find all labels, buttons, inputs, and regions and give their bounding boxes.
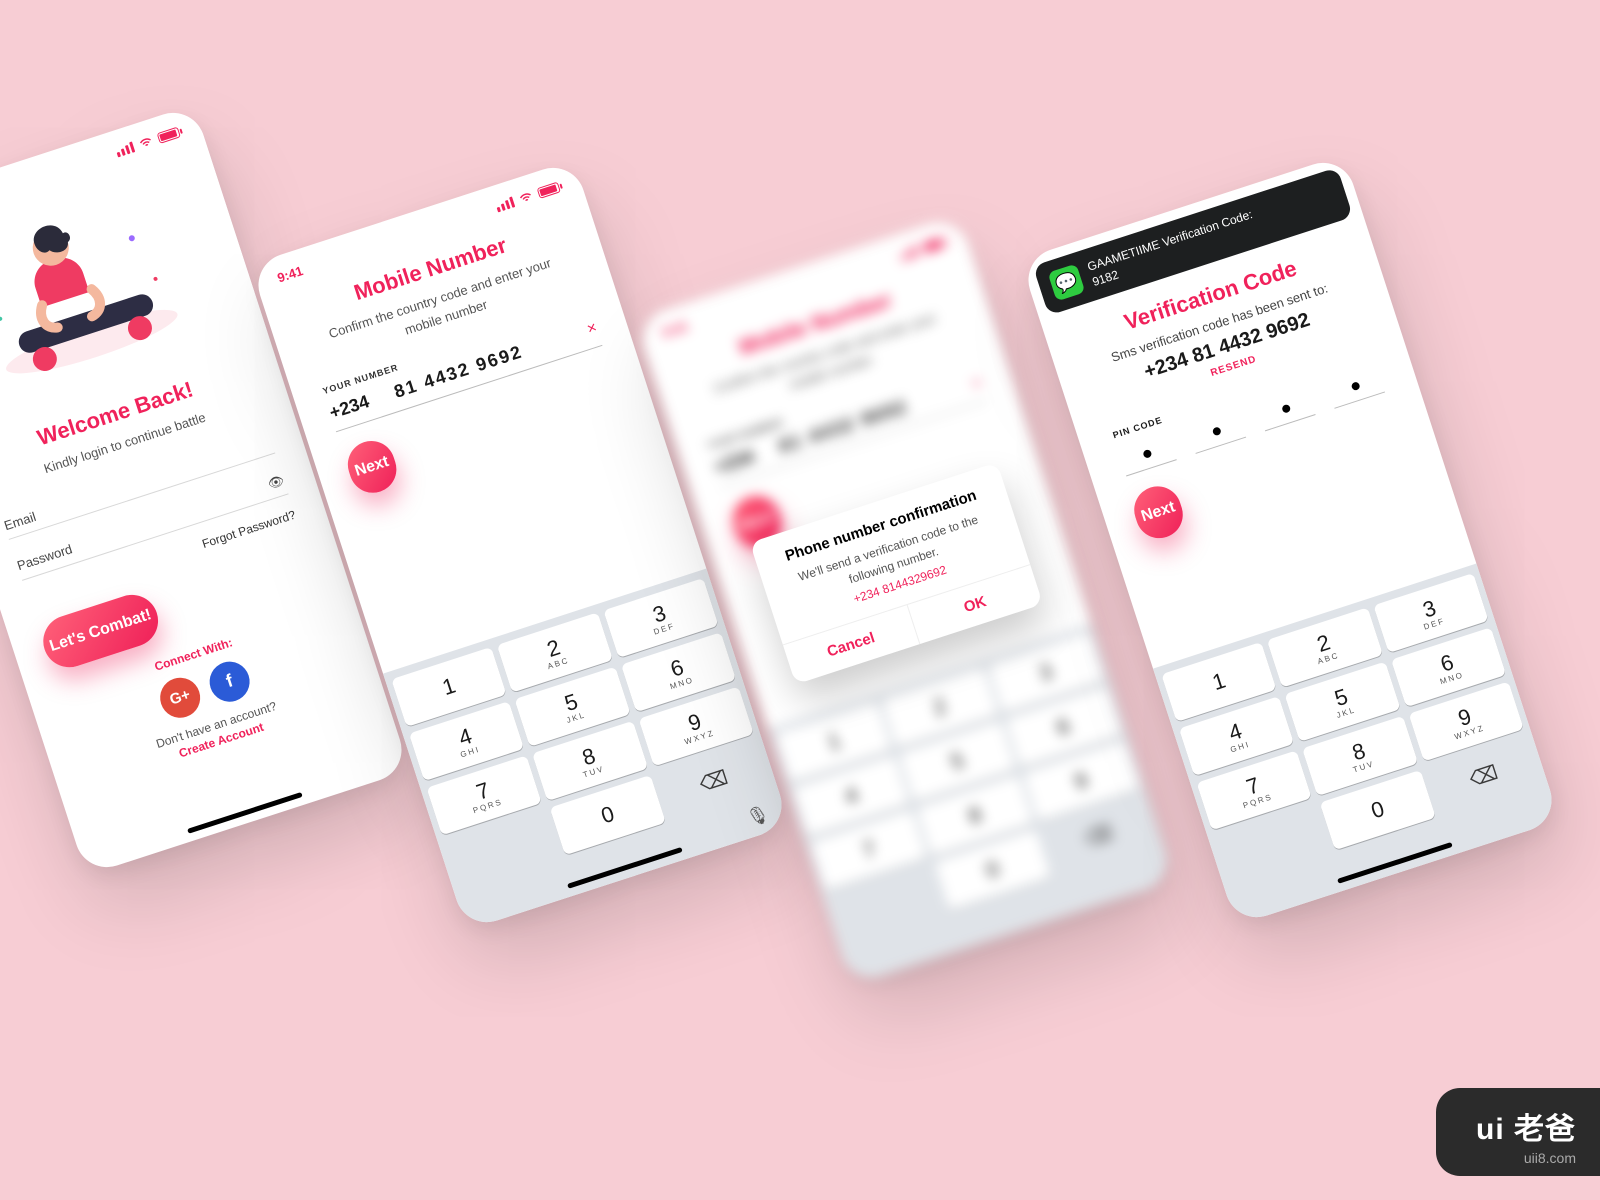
country-code[interactable]: +234 bbox=[327, 387, 385, 424]
watermark: ui 老爸 uii8.com bbox=[1436, 1088, 1600, 1176]
watermark-brand: ui 老爸 bbox=[1476, 1104, 1576, 1148]
signal-icon bbox=[495, 196, 516, 212]
password-label: Password bbox=[15, 541, 74, 573]
google-login-button[interactable]: G+ bbox=[155, 672, 205, 722]
battery-icon bbox=[537, 182, 561, 199]
clear-icon[interactable]: × bbox=[585, 319, 599, 339]
status-time: 9:41 bbox=[275, 263, 304, 285]
facebook-login-button[interactable]: f bbox=[204, 656, 254, 706]
email-label: Email bbox=[2, 508, 38, 532]
login-button[interactable]: Let's Combat! bbox=[36, 588, 164, 674]
home-indicator bbox=[187, 792, 303, 834]
next-button[interactable]: Next bbox=[342, 435, 402, 499]
mic-icon[interactable]: 🎙 bbox=[744, 803, 772, 830]
watermark-url: uii8.com bbox=[1476, 1150, 1576, 1166]
eye-icon[interactable]: 👁 bbox=[266, 472, 287, 492]
wifi-icon bbox=[517, 189, 535, 207]
next-button[interactable]: Next bbox=[1128, 481, 1188, 545]
messages-app-icon: 💬 bbox=[1048, 264, 1086, 302]
